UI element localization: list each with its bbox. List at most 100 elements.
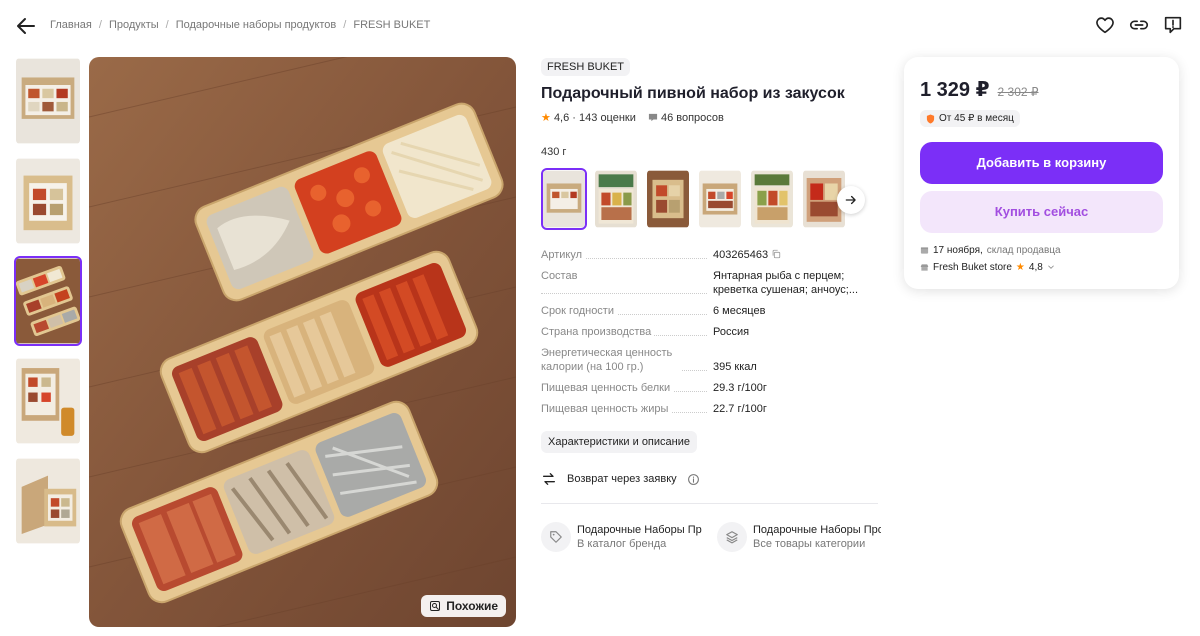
spec-key-text: Пищевая ценность белки	[541, 382, 674, 394]
thumbnail[interactable]	[14, 456, 82, 546]
thumbnail-image	[16, 358, 80, 444]
copy-icon[interactable]	[771, 249, 781, 259]
spec-value: Янтарная рыба с перцем; креветка сушеная…	[713, 270, 859, 296]
spec-key: Состав	[541, 269, 713, 297]
seller-rating: 4,8	[1028, 261, 1043, 273]
installment-text: От 45 ₽ в месяц	[939, 113, 1014, 124]
delivery-date: 17 ноября,	[933, 244, 983, 256]
installment-badge[interactable]: От 45 ₽ в месяц	[920, 110, 1020, 127]
heart-icon[interactable]	[1094, 14, 1116, 36]
spec-row: Страна производства Россия	[541, 325, 881, 339]
spec-key: Пищевая ценность белки	[541, 381, 713, 395]
spec-row: Пищевая ценность белки 29.3 г/100г	[541, 381, 881, 395]
info-icon[interactable]	[687, 473, 700, 486]
divider	[541, 503, 878, 504]
top-bar: Главная / Продукты / Подарочные наборы п…	[0, 0, 1200, 52]
delivery-info: 17 ноября, склад продавца	[920, 245, 1163, 256]
thumbnail[interactable]	[14, 156, 82, 246]
spec-value: 395 ккал	[713, 361, 757, 373]
breadcrumb-separator: /	[98, 19, 102, 31]
variant-image	[751, 170, 793, 228]
brand-chip[interactable]: FRESH BUKET	[541, 58, 631, 76]
thumbnail[interactable]	[14, 56, 82, 146]
variant-image	[647, 170, 689, 228]
similar-button[interactable]: Похожие	[421, 595, 506, 617]
variant[interactable]	[645, 168, 691, 230]
variant[interactable]	[593, 168, 639, 230]
breadcrumb-products[interactable]: Продукты	[109, 19, 159, 31]
variants-next-button[interactable]	[837, 186, 865, 214]
brand-link-sub: В каталог бренда	[577, 538, 667, 550]
variant-list	[541, 168, 881, 230]
search-similar-icon	[430, 601, 441, 611]
breadcrumb: Главная / Продукты / Подарочные наборы п…	[50, 19, 430, 31]
thumbnail-selected[interactable]	[14, 256, 82, 346]
price-row: 1 329 ₽ 2 302 ₽	[920, 77, 1163, 102]
category-link[interactable]: Подарочные Наборы Прод Все товары катего…	[717, 522, 881, 552]
spec-key: Страна производства	[541, 325, 713, 339]
delivery-source: склад продавца	[986, 244, 1061, 256]
article-number: 403265463	[713, 249, 769, 261]
product-photo	[89, 57, 516, 627]
spec-row: Пищевая ценность жиры 22.7 г/100г	[541, 402, 881, 416]
chevron-down-icon	[1048, 265, 1054, 269]
category-link-sub: Все товары категории	[753, 538, 866, 550]
product-title: Подарочный пивной набор из закусок	[541, 85, 845, 102]
spec-key: Артикул	[541, 248, 713, 262]
thumbnail-image	[16, 58, 80, 144]
spec-key-text: Страна производства	[541, 326, 655, 338]
brand-category-links: Подарочные Наборы Пр В каталог бренда По…	[541, 522, 881, 552]
old-price: 2 302 ₽	[997, 85, 1039, 99]
header-actions	[1094, 14, 1184, 36]
rating-value: 4,6	[553, 112, 570, 124]
tag-icon-wrap	[541, 522, 571, 552]
spec-value: 22.7 г/100г	[713, 403, 767, 415]
spec-row: Срок годности 6 месяцев	[541, 304, 881, 318]
star-icon: ★	[1015, 261, 1025, 273]
product-info: FRESH BUKET Подарочный пивной набор из з…	[541, 57, 881, 552]
shield-icon	[926, 114, 935, 123]
questions-link[interactable]: 46 вопросов	[648, 112, 724, 124]
breadcrumb-brand[interactable]: FRESH BUKET	[353, 19, 430, 31]
spec-key-text: Срок годности	[541, 305, 617, 317]
spec-value: Россия	[713, 326, 750, 338]
thumbnail[interactable]	[14, 356, 82, 446]
seller-info[interactable]: Fresh Buket store ★ 4,8	[920, 262, 1163, 273]
spec-list: Артикул 403265463 Состав Янтарная рыба с…	[541, 248, 881, 416]
seller-name: Fresh Buket store	[933, 261, 1012, 273]
spec-row: Энергетическая ценность калории (на 100 …	[541, 346, 881, 374]
characteristics-button[interactable]: Характеристики и описание	[541, 431, 697, 453]
spec-key: Пищевая ценность жиры	[541, 402, 713, 416]
ratings-count: 143 оценки	[579, 112, 636, 124]
variant-selected[interactable]	[541, 168, 587, 230]
spec-value: 6 месяцев	[713, 305, 766, 317]
brand-catalog-link[interactable]: Подарочные Наборы Пр В каталог бренда	[541, 522, 705, 552]
breadcrumb-gift-sets[interactable]: Подарочные наборы продуктов	[176, 19, 337, 31]
rating-link[interactable]: ★ 4,6 · 143 оценки	[541, 111, 636, 124]
breadcrumb-separator: /	[165, 19, 169, 31]
add-to-cart-button[interactable]: Добавить в корзину	[920, 141, 1163, 184]
variant[interactable]	[749, 168, 795, 230]
box-icon	[920, 246, 929, 254]
spec-row: Артикул 403265463	[541, 248, 881, 262]
variant-image	[595, 170, 637, 228]
buy-card: 1 329 ₽ 2 302 ₽ От 45 ₽ в месяц Добавить…	[904, 57, 1179, 289]
thumbnail-list	[14, 56, 84, 556]
layers-icon	[726, 531, 738, 544]
main-product-image[interactable]: Похожие	[89, 57, 516, 627]
tag-icon	[550, 531, 562, 543]
buy-now-button[interactable]: Купить сейчас	[920, 190, 1163, 233]
price: 1 329 ₽	[920, 79, 990, 101]
rating-dot: ·	[572, 112, 576, 124]
spec-value: 29.3 г/100г	[713, 382, 767, 394]
return-policy: Возврат через заявку	[541, 471, 881, 487]
report-icon[interactable]	[1162, 14, 1184, 36]
layers-icon-wrap	[717, 522, 747, 552]
back-arrow-icon[interactable]	[14, 14, 38, 38]
link-icon[interactable]	[1128, 14, 1150, 36]
spec-key-text: Состав	[541, 270, 581, 282]
variant[interactable]	[697, 168, 743, 230]
thumbnail-image	[16, 258, 80, 344]
spec-value: 403265463	[713, 248, 863, 262]
breadcrumb-home[interactable]: Главная	[50, 19, 92, 31]
